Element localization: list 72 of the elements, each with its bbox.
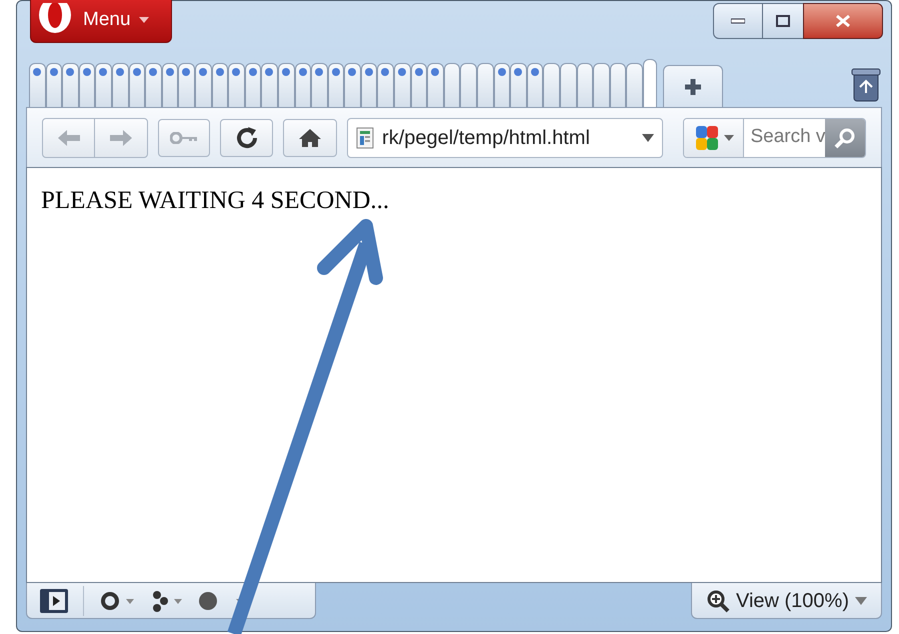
tab[interactable] <box>610 63 626 107</box>
search-engine-button[interactable] <box>684 118 744 156</box>
trash-icon[interactable] <box>851 67 881 103</box>
tab[interactable] <box>510 63 527 107</box>
minimize-icon <box>731 18 745 24</box>
tab[interactable] <box>244 63 262 107</box>
menu-button[interactable]: Menu <box>30 0 172 43</box>
search-button[interactable] <box>825 118 865 156</box>
tab[interactable] <box>410 63 428 107</box>
tab[interactable] <box>543 63 560 107</box>
tab[interactable] <box>477 63 494 107</box>
dropdown-icon[interactable] <box>642 134 654 142</box>
tab[interactable] <box>95 63 112 107</box>
search-field[interactable]: Search v <box>743 118 826 156</box>
tab[interactable] <box>394 63 411 107</box>
maximize-icon <box>776 15 790 27</box>
home-button[interactable] <box>283 118 338 156</box>
key-button[interactable] <box>158 118 210 156</box>
new-tab-button[interactable] <box>662 65 723 107</box>
tab[interactable] <box>128 63 146 107</box>
google-icon <box>694 124 720 152</box>
page-icon <box>356 126 374 148</box>
key-icon <box>170 132 198 144</box>
tab[interactable] <box>576 63 594 107</box>
caret-icon <box>724 134 734 140</box>
tab[interactable] <box>560 63 577 107</box>
tab[interactable] <box>311 63 328 107</box>
tab[interactable] <box>328 63 344 107</box>
tab[interactable] <box>377 63 394 107</box>
minimize-button[interactable] <box>713 3 763 39</box>
tab[interactable] <box>344 63 361 107</box>
tab[interactable] <box>626 63 643 107</box>
caret-icon <box>138 17 149 23</box>
tab[interactable] <box>194 63 212 107</box>
tab[interactable] <box>444 63 460 107</box>
page-text: PLEASE WAITING 4 SECOND... <box>41 186 390 216</box>
close-button[interactable] <box>803 3 883 39</box>
reload-button[interactable] <box>220 118 274 156</box>
tab[interactable] <box>162 63 178 107</box>
reload-icon <box>234 126 259 150</box>
tab[interactable] <box>278 63 294 107</box>
home-icon <box>298 128 322 148</box>
tab[interactable] <box>642 59 657 107</box>
address-field[interactable]: rk/pegel/temp/html.html <box>347 118 664 158</box>
tab[interactable] <box>360 63 378 107</box>
tab[interactable] <box>494 63 510 107</box>
address-text: rk/pegel/temp/html.html <box>382 126 590 150</box>
tab[interactable] <box>112 63 129 107</box>
tab[interactable] <box>46 63 62 107</box>
back-arrow-icon <box>56 128 80 146</box>
search-icon <box>834 126 856 148</box>
plus-icon <box>684 78 702 96</box>
tab[interactable] <box>145 63 162 107</box>
tab[interactable] <box>228 63 245 107</box>
tab[interactable] <box>427 63 444 107</box>
forward-arrow-icon <box>109 128 133 146</box>
tab[interactable] <box>212 63 228 107</box>
tab[interactable] <box>294 63 312 107</box>
caret-icon <box>855 596 867 604</box>
tab[interactable] <box>78 63 96 107</box>
zoom-button[interactable]: View (100%) <box>690 583 882 619</box>
tab[interactable] <box>62 63 79 107</box>
tab[interactable] <box>261 63 278 107</box>
tab[interactable] <box>29 63 46 107</box>
tab[interactable] <box>526 63 544 107</box>
close-icon <box>835 14 851 28</box>
panel-toggle-icon[interactable] <box>39 588 69 614</box>
maximize-button[interactable] <box>763 3 803 39</box>
tab[interactable] <box>178 63 195 107</box>
tab[interactable] <box>593 63 610 107</box>
zoom-icon <box>706 588 730 612</box>
tab[interactable] <box>460 63 478 107</box>
